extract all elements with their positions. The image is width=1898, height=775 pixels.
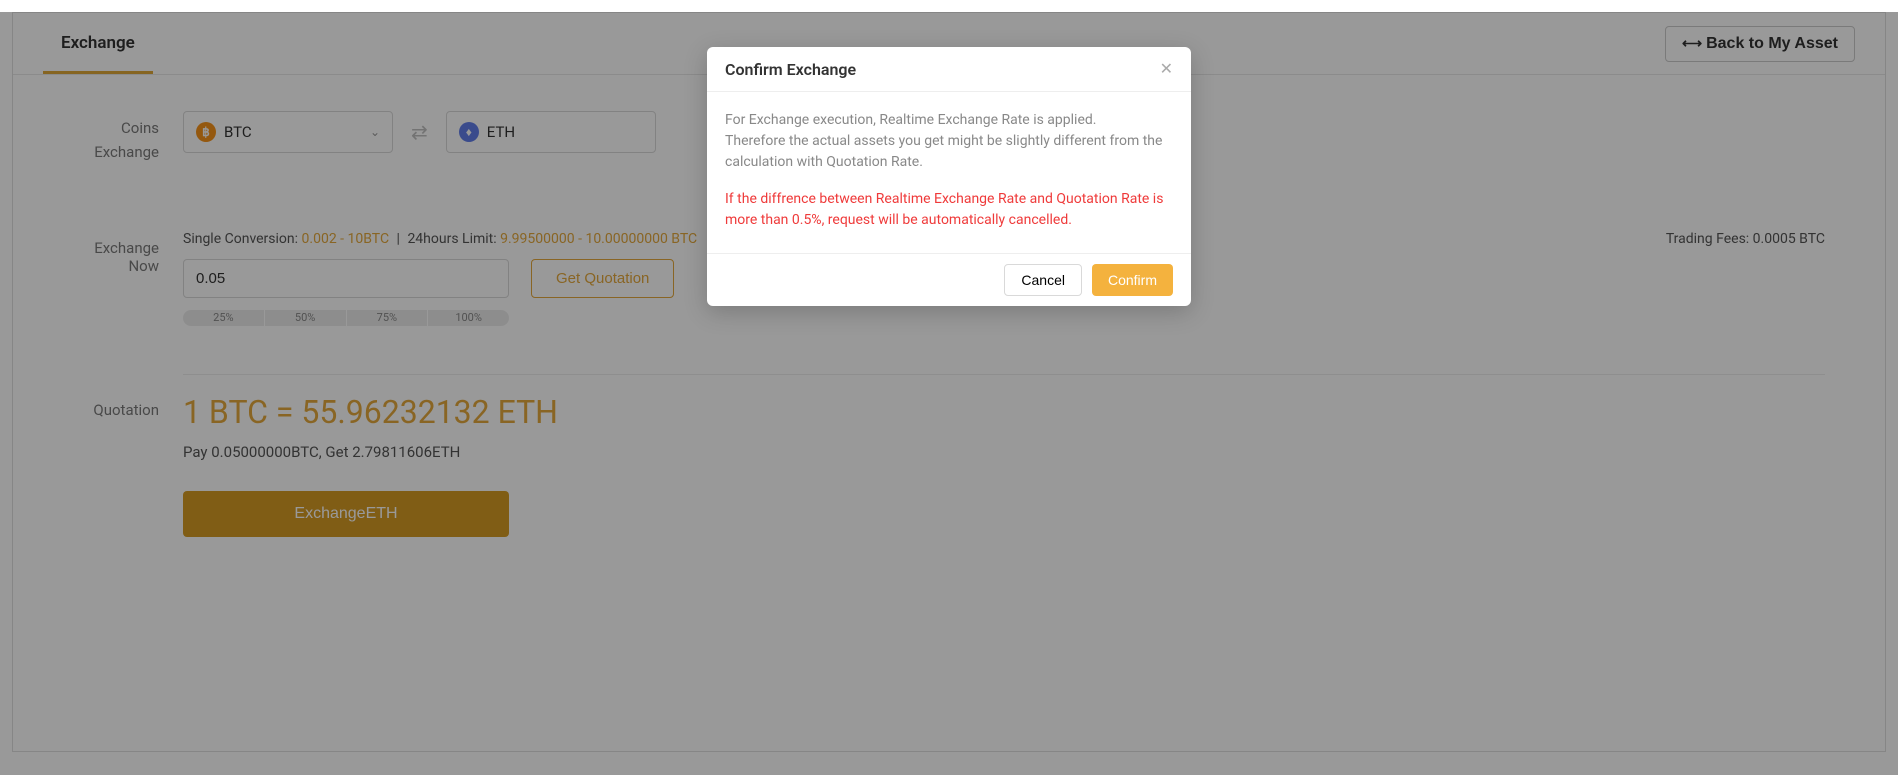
modal-body-line2: Therefore the actual assets you get migh…	[725, 131, 1173, 173]
modal-warning: If the diffrence between Realtime Exchan…	[725, 189, 1173, 231]
cancel-button[interactable]: Cancel	[1004, 264, 1082, 296]
close-icon[interactable]: ✕	[1160, 59, 1173, 79]
modal-body: For Exchange execution, Realtime Exchang…	[707, 92, 1191, 254]
modal-title: Confirm Exchange	[725, 60, 856, 79]
modal-overlay: Confirm Exchange ✕ For Exchange executio…	[0, 12, 1898, 775]
modal-footer: Cancel Confirm	[707, 254, 1191, 306]
modal-header: Confirm Exchange ✕	[707, 47, 1191, 92]
confirm-exchange-modal: Confirm Exchange ✕ For Exchange executio…	[707, 47, 1191, 306]
modal-body-line1: For Exchange execution, Realtime Exchang…	[725, 110, 1173, 131]
confirm-button[interactable]: Confirm	[1092, 264, 1173, 296]
